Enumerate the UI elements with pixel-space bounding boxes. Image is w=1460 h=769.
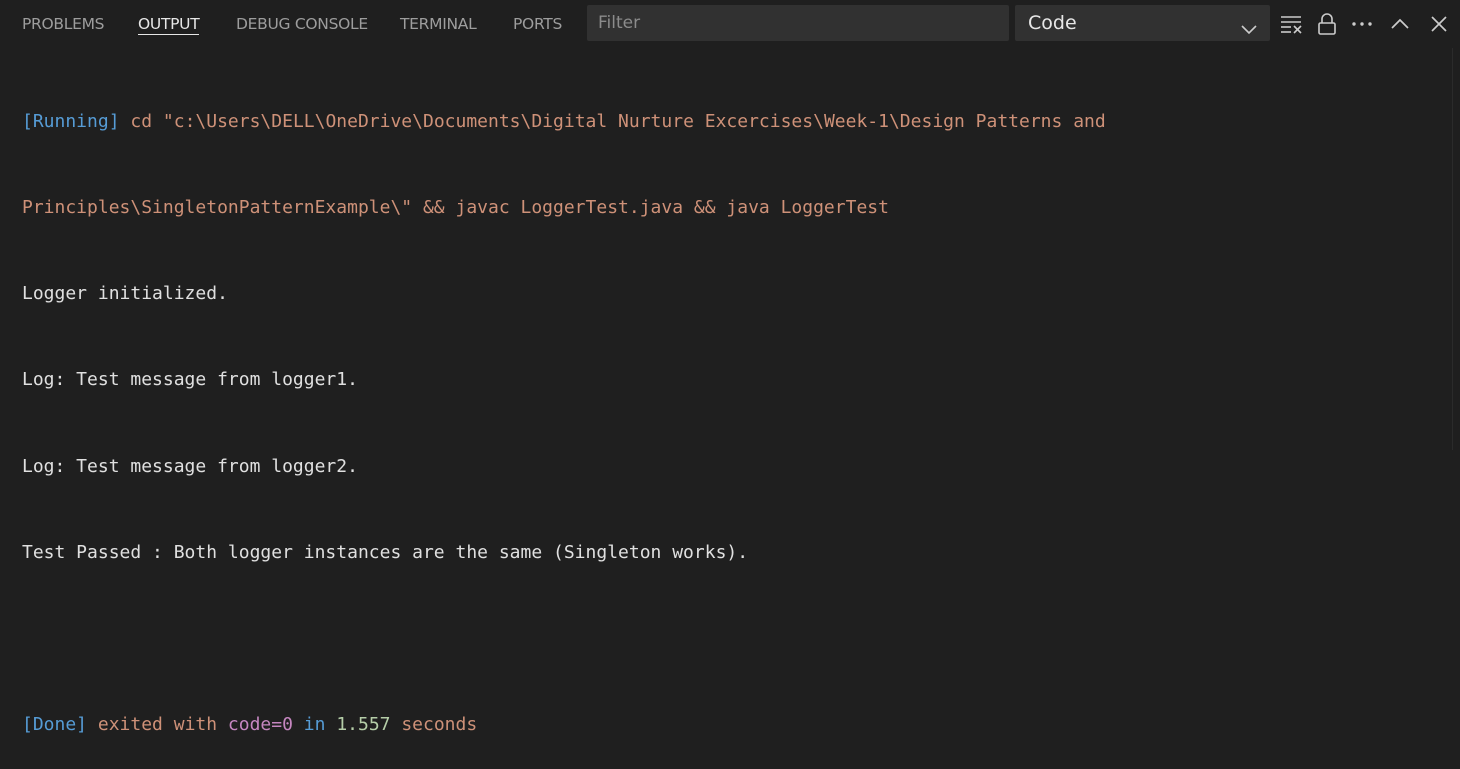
done-tag: [Done]: [22, 714, 88, 736]
command-text: cd "c:\Users\DELL\OneDrive\Documents\Dig…: [119, 110, 1106, 132]
output-line-command: [Running] cd "c:\Users\DELL\OneDrive\Doc…: [22, 108, 1442, 137]
output-line: Test Passed : Both logger instances are …: [22, 541, 749, 563]
done-text-seconds: seconds: [390, 714, 478, 736]
output-line: Logger initialized.: [22, 283, 228, 304]
tab-terminal[interactable]: TERMINAL: [400, 0, 477, 48]
done-text: exited with: [87, 714, 228, 736]
filter-box[interactable]: [587, 5, 1009, 41]
more-actions-icon[interactable]: [1350, 12, 1374, 36]
tab-ports-label: PORTS: [513, 15, 562, 33]
tab-terminal-label: TERMINAL: [400, 15, 477, 33]
done-text-in: in: [292, 714, 337, 736]
tab-debug-console-label: DEBUG CONSOLE: [236, 15, 368, 33]
output-channel-selected: Code: [1028, 12, 1077, 34]
output-line: Log: Test message from logger1.: [22, 369, 358, 391]
tab-problems-label: PROBLEMS: [22, 15, 105, 33]
output-line: Log: Test message from logger2.: [22, 455, 358, 477]
maximize-panel-icon[interactable]: [1388, 12, 1412, 36]
lock-scroll-icon[interactable]: [1315, 12, 1339, 36]
tab-ports[interactable]: PORTS: [513, 0, 562, 48]
tab-output-label: OUTPUT: [138, 15, 200, 33]
output-line-blank: [22, 625, 1442, 654]
clear-output-icon[interactable]: [1280, 12, 1304, 36]
output-log: [Running] cd "c:\Users\DELL\OneDrive\Doc…: [22, 50, 1442, 769]
panel-right-border: [1452, 48, 1453, 450]
chevron-down-icon: [1240, 14, 1258, 35]
close-panel-icon[interactable]: [1427, 12, 1451, 36]
tab-problems[interactable]: PROBLEMS: [22, 0, 105, 48]
active-tab-indicator: [138, 34, 200, 35]
output-line-done: [Done] exited with code=0 in 1.557 secon…: [22, 711, 1442, 740]
command-text-cont: Principles\SingletonPatternExample\" && …: [22, 196, 889, 218]
output-channel-select[interactable]: Code: [1015, 5, 1270, 41]
running-tag: [Running]: [22, 110, 120, 132]
output-line-command-cont: Principles\SingletonPatternExample\" && …: [22, 194, 1442, 223]
filter-input[interactable]: [598, 5, 998, 41]
tab-output[interactable]: OUTPUT: [138, 0, 200, 48]
elapsed-time: 1.557: [336, 714, 391, 736]
tab-debug-console[interactable]: DEBUG CONSOLE: [236, 0, 368, 48]
exit-code: code=0: [227, 714, 293, 736]
panel-header: PROBLEMS OUTPUT DEBUG CONSOLE TERMINAL P…: [0, 0, 1460, 48]
